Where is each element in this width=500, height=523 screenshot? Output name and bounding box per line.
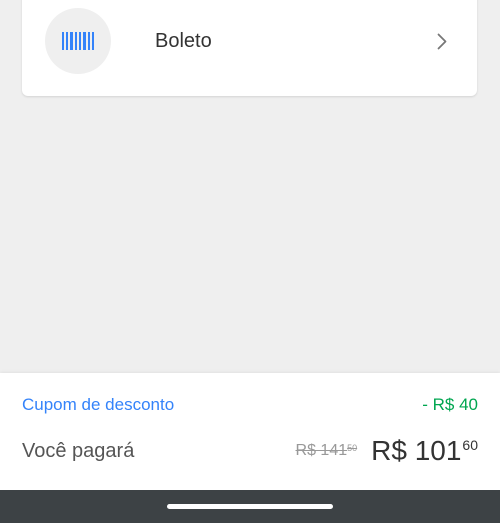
total-label: Você pagará <box>22 439 135 462</box>
coupon-link[interactable]: Cupom de desconto <box>22 395 174 415</box>
final-price-cents: 60 <box>462 437 478 453</box>
order-summary: Cupom de desconto - R$ 40 Você pagará R$… <box>0 373 500 490</box>
payment-option-boleto[interactable]: Boleto <box>22 0 477 96</box>
coupon-discount-value: - R$ 40 <box>422 395 478 414</box>
payment-method-label: Boleto <box>155 29 212 52</box>
final-price: R$ 101 60 <box>371 435 478 467</box>
chevron-right-icon <box>435 31 449 51</box>
original-price-main: R$ 141 <box>295 442 348 459</box>
final-price-main: R$ 101 <box>371 435 462 466</box>
home-indicator[interactable] <box>167 504 333 509</box>
total-row: Você pagará R$ 141 50 R$ 101 60 <box>22 435 478 467</box>
boleto-icon-container <box>45 8 111 74</box>
original-price: R$ 141 50 <box>296 442 358 460</box>
system-navigation-bar <box>0 490 500 523</box>
coupon-row: Cupom de desconto - R$ 40 <box>22 395 478 415</box>
original-price-cents: 50 <box>347 443 358 453</box>
barcode-icon <box>62 32 94 50</box>
price-group: R$ 141 50 R$ 101 60 <box>296 435 478 467</box>
